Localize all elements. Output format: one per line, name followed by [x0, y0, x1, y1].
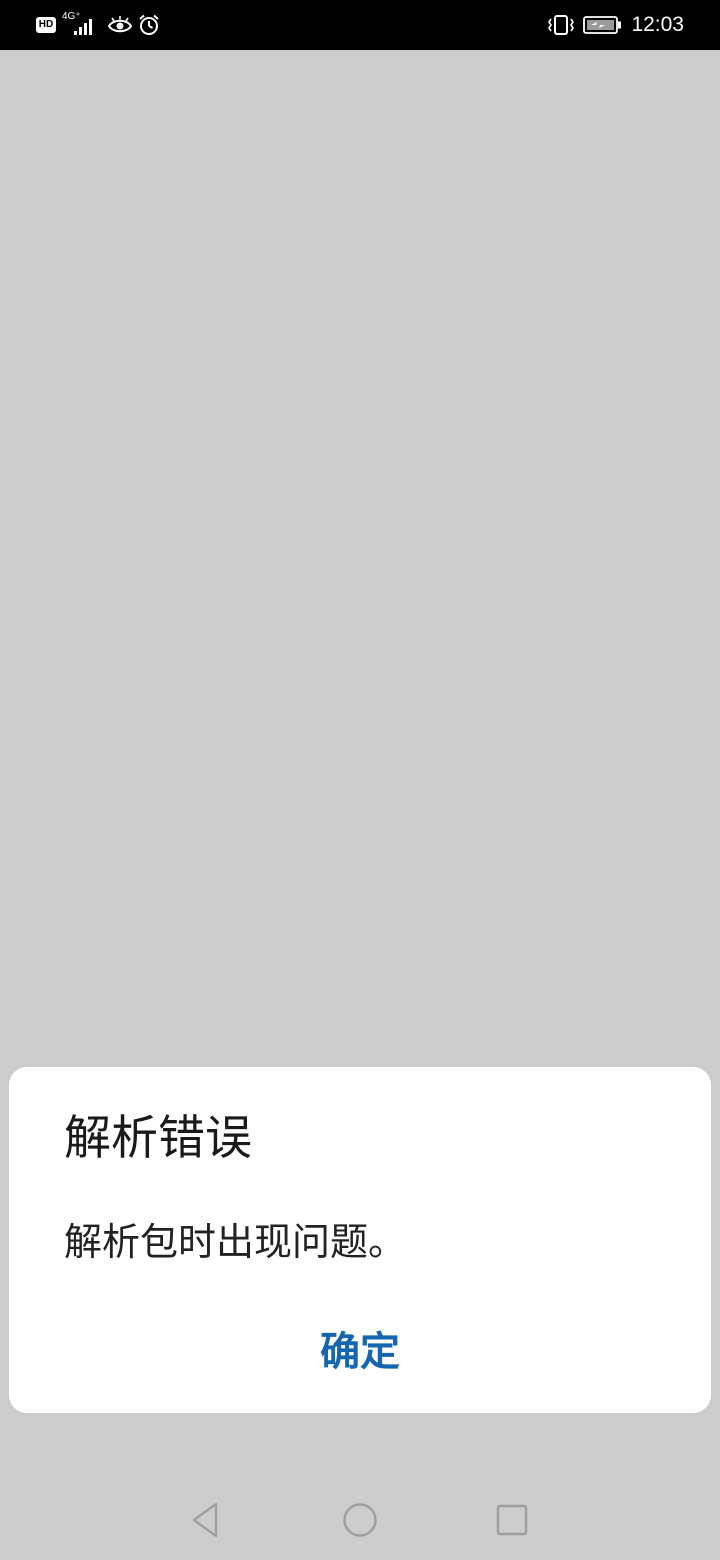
hd-badge-icon: HD	[36, 17, 56, 33]
alarm-icon	[138, 14, 160, 36]
parse-error-dialog: 解析错误 解析包时出现问题。 确定	[9, 1067, 711, 1413]
status-bar: HD 4G⁺ 12:03	[0, 0, 720, 50]
clock-time: 12:03	[631, 13, 684, 36]
vibrate-icon	[547, 14, 575, 36]
eye-icon	[108, 15, 132, 35]
signal-4g-icon: 4G⁺	[62, 12, 102, 38]
dialog-title: 解析错误	[64, 1111, 252, 1166]
navigation-bar	[0, 1480, 720, 1560]
home-button[interactable]	[338, 1498, 382, 1542]
status-bar-left: HD 4G⁺	[36, 12, 160, 38]
back-icon	[192, 1502, 218, 1538]
recents-button[interactable]	[490, 1498, 534, 1542]
home-icon	[343, 1503, 377, 1537]
confirm-button[interactable]: 确定	[209, 1315, 511, 1389]
back-button[interactable]	[184, 1498, 228, 1542]
recents-icon	[496, 1504, 528, 1536]
status-bar-right: 12:03	[547, 12, 684, 38]
battery-charging-icon	[583, 15, 623, 35]
dialog-message: 解析包时出现问题。	[64, 1220, 407, 1264]
